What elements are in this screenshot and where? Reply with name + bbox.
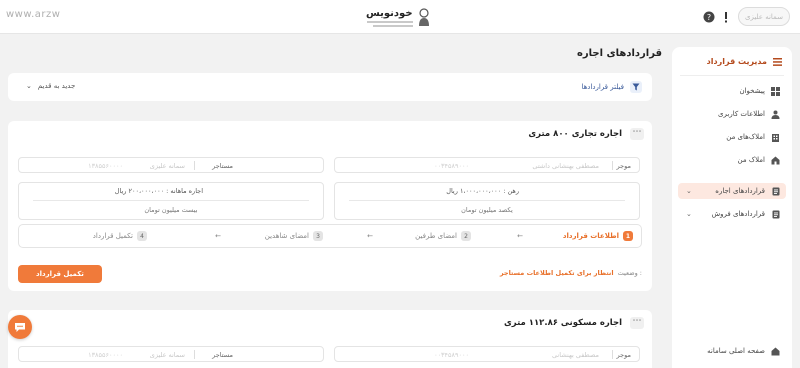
user-icon	[771, 110, 780, 119]
tenant-field: مستاجر سمانه علیزی ۱۳۸۵۵۶۰۰۰۰	[18, 157, 324, 173]
top-header: www.arzw خودنویس ? سمانه علیزی	[0, 0, 800, 34]
svg-text:?: ?	[707, 13, 711, 22]
contract-card: ⋯ اجاره تجاری ۸۰۰ متری موجر مصطفی بهنشان…	[8, 121, 652, 291]
home-icon	[771, 347, 780, 356]
tenant-name: سمانه علیزی	[149, 162, 185, 170]
rent-box: اجاره ماهانه : ۲۰۰،۰۰۰،۰۰۰ ریال بیست میل…	[18, 182, 324, 220]
tenant-label: مستاجر	[212, 162, 233, 170]
building-icon	[771, 133, 780, 142]
tenant-code: ۱۳۸۵۵۶۰۰۰۰	[88, 351, 123, 359]
landlord-field: موجر مصطفی بهنشانی ۰۰۳۴۵۸۹۰۰۰	[334, 346, 640, 362]
sidebar-item-my-property[interactable]: املاک من	[678, 152, 786, 168]
step-witnesses-signature[interactable]: امضای شاهدین 3	[265, 231, 323, 241]
home-icon	[771, 156, 780, 165]
chevron-down-icon: ⌄	[26, 82, 32, 90]
chevron-down-icon: ⌄	[686, 210, 692, 218]
filter-toggle[interactable]: فیلتر قراردادها	[581, 81, 642, 93]
landlord-name: مصطفی بهنشانی داشتی	[532, 162, 599, 170]
contract-steps: اطلاعات قرارداد 1 ← امضای طرفین 2 ← امضا…	[18, 224, 642, 248]
status-label: وضعیت :	[617, 269, 642, 277]
more-options-button[interactable]: ⋯	[630, 128, 644, 140]
menu-icon	[773, 57, 782, 66]
sidebar: مدیریت قرارداد پیشخوان اطلاعات کاربری ام…	[672, 47, 792, 368]
dashboard-icon	[771, 86, 780, 96]
watermark: www.arzw	[6, 9, 61, 20]
arrow-left-icon: ←	[517, 232, 523, 240]
logo-title: خودنویس	[366, 7, 413, 19]
sidebar-item-home-page[interactable]: صفحه اصلی سامانه	[678, 343, 786, 359]
step-parties-signature[interactable]: امضای طرفین 2	[415, 231, 471, 241]
deposit-amount: رهن : ۱،۰۰۰،۰۰۰،۰۰۰ ریال	[446, 187, 519, 195]
contract-status: انتظار برای تکمیل اطلاعات مستاجر وضعیت :	[500, 269, 642, 277]
question-icon: ?	[703, 11, 715, 23]
document-icon	[771, 210, 780, 219]
help-button[interactable]: ?	[700, 8, 718, 26]
more-options-button[interactable]: ⋯	[630, 317, 644, 329]
step-complete-contract[interactable]: تکمیل قرارداد 4	[93, 231, 147, 241]
status-value: انتظار برای تکمیل اطلاعات مستاجر	[499, 269, 614, 277]
landlord-name: مصطفی بهنشانی	[552, 351, 599, 359]
tenant-field: مستاجر سمانه علیزی ۱۳۸۵۵۶۰۰۰۰	[18, 346, 324, 362]
document-icon	[771, 187, 780, 196]
exclamation-icon	[725, 12, 727, 23]
user-menu-button[interactable]: سمانه علیزی	[738, 7, 790, 26]
rent-amount: اجاره ماهانه : ۲۰۰،۰۰۰،۰۰۰ ریال	[114, 187, 203, 195]
arrow-left-icon: ←	[215, 232, 221, 240]
landlord-label: موجر	[616, 162, 631, 170]
tenant-label: مستاجر	[212, 351, 233, 359]
landlord-field: موجر مصطفی بهنشانی داشتی ۰۰۳۴۵۸۹۰۰۰	[334, 157, 640, 173]
sort-select[interactable]: ⌄ جدید به قدیم	[26, 82, 75, 90]
tenant-name: سمانه علیزی	[149, 351, 185, 359]
chat-icon	[15, 322, 25, 332]
landlord-code: ۰۰۳۴۵۸۹۰۰۰	[434, 162, 469, 170]
step-contract-info[interactable]: اطلاعات قرارداد 1	[563, 231, 633, 241]
sidebar-title: مدیریت قرارداد	[707, 57, 782, 66]
app-logo[interactable]: خودنویس	[366, 4, 436, 30]
deposit-words: یکصد میلیون تومان	[461, 206, 513, 214]
alert-button[interactable]	[717, 8, 735, 26]
landlord-code: ۰۰۳۴۵۸۹۰۰۰	[434, 351, 469, 359]
chevron-down-icon: ⌄	[686, 187, 692, 195]
sidebar-item-sales-contracts[interactable]: ⌄ قراردادهای فروش	[678, 206, 786, 222]
tenant-code: ۱۳۸۵۵۶۰۰۰۰	[88, 162, 123, 170]
contract-title: اجاره تجاری ۸۰۰ متری	[528, 129, 622, 139]
arrow-left-icon: ←	[367, 232, 373, 240]
sidebar-item-my-estates[interactable]: املاک‌های من	[678, 129, 786, 145]
deposit-box: رهن : ۱،۰۰۰،۰۰۰،۰۰۰ ریال یکصد میلیون توم…	[334, 182, 640, 220]
chat-button[interactable]	[8, 315, 32, 339]
landlord-label: موجر	[616, 351, 631, 359]
sidebar-item-dashboard[interactable]: پیشخوان	[678, 83, 786, 99]
logo-mark-icon	[418, 8, 429, 26]
contract-title: اجاره مسکونی ۱۱۲.۸۶ متری	[504, 318, 622, 328]
filter-icon	[630, 81, 642, 93]
sidebar-item-rental-contracts[interactable]: ⌄ قراردادهای اجاره	[678, 183, 786, 199]
filter-bar: فیلتر قراردادها ⌄ جدید به قدیم	[8, 73, 652, 101]
page-title: قراردادهای اجاره	[576, 48, 662, 59]
rent-words: بیست میلیون تومان	[144, 206, 198, 214]
contract-card: ⋯ اجاره مسکونی ۱۱۲.۸۶ متری موجر مصطفی به…	[8, 310, 652, 368]
complete-contract-button[interactable]: تکمیل قرارداد	[18, 265, 102, 283]
sidebar-item-user-info[interactable]: اطلاعات کاربری	[678, 106, 786, 122]
